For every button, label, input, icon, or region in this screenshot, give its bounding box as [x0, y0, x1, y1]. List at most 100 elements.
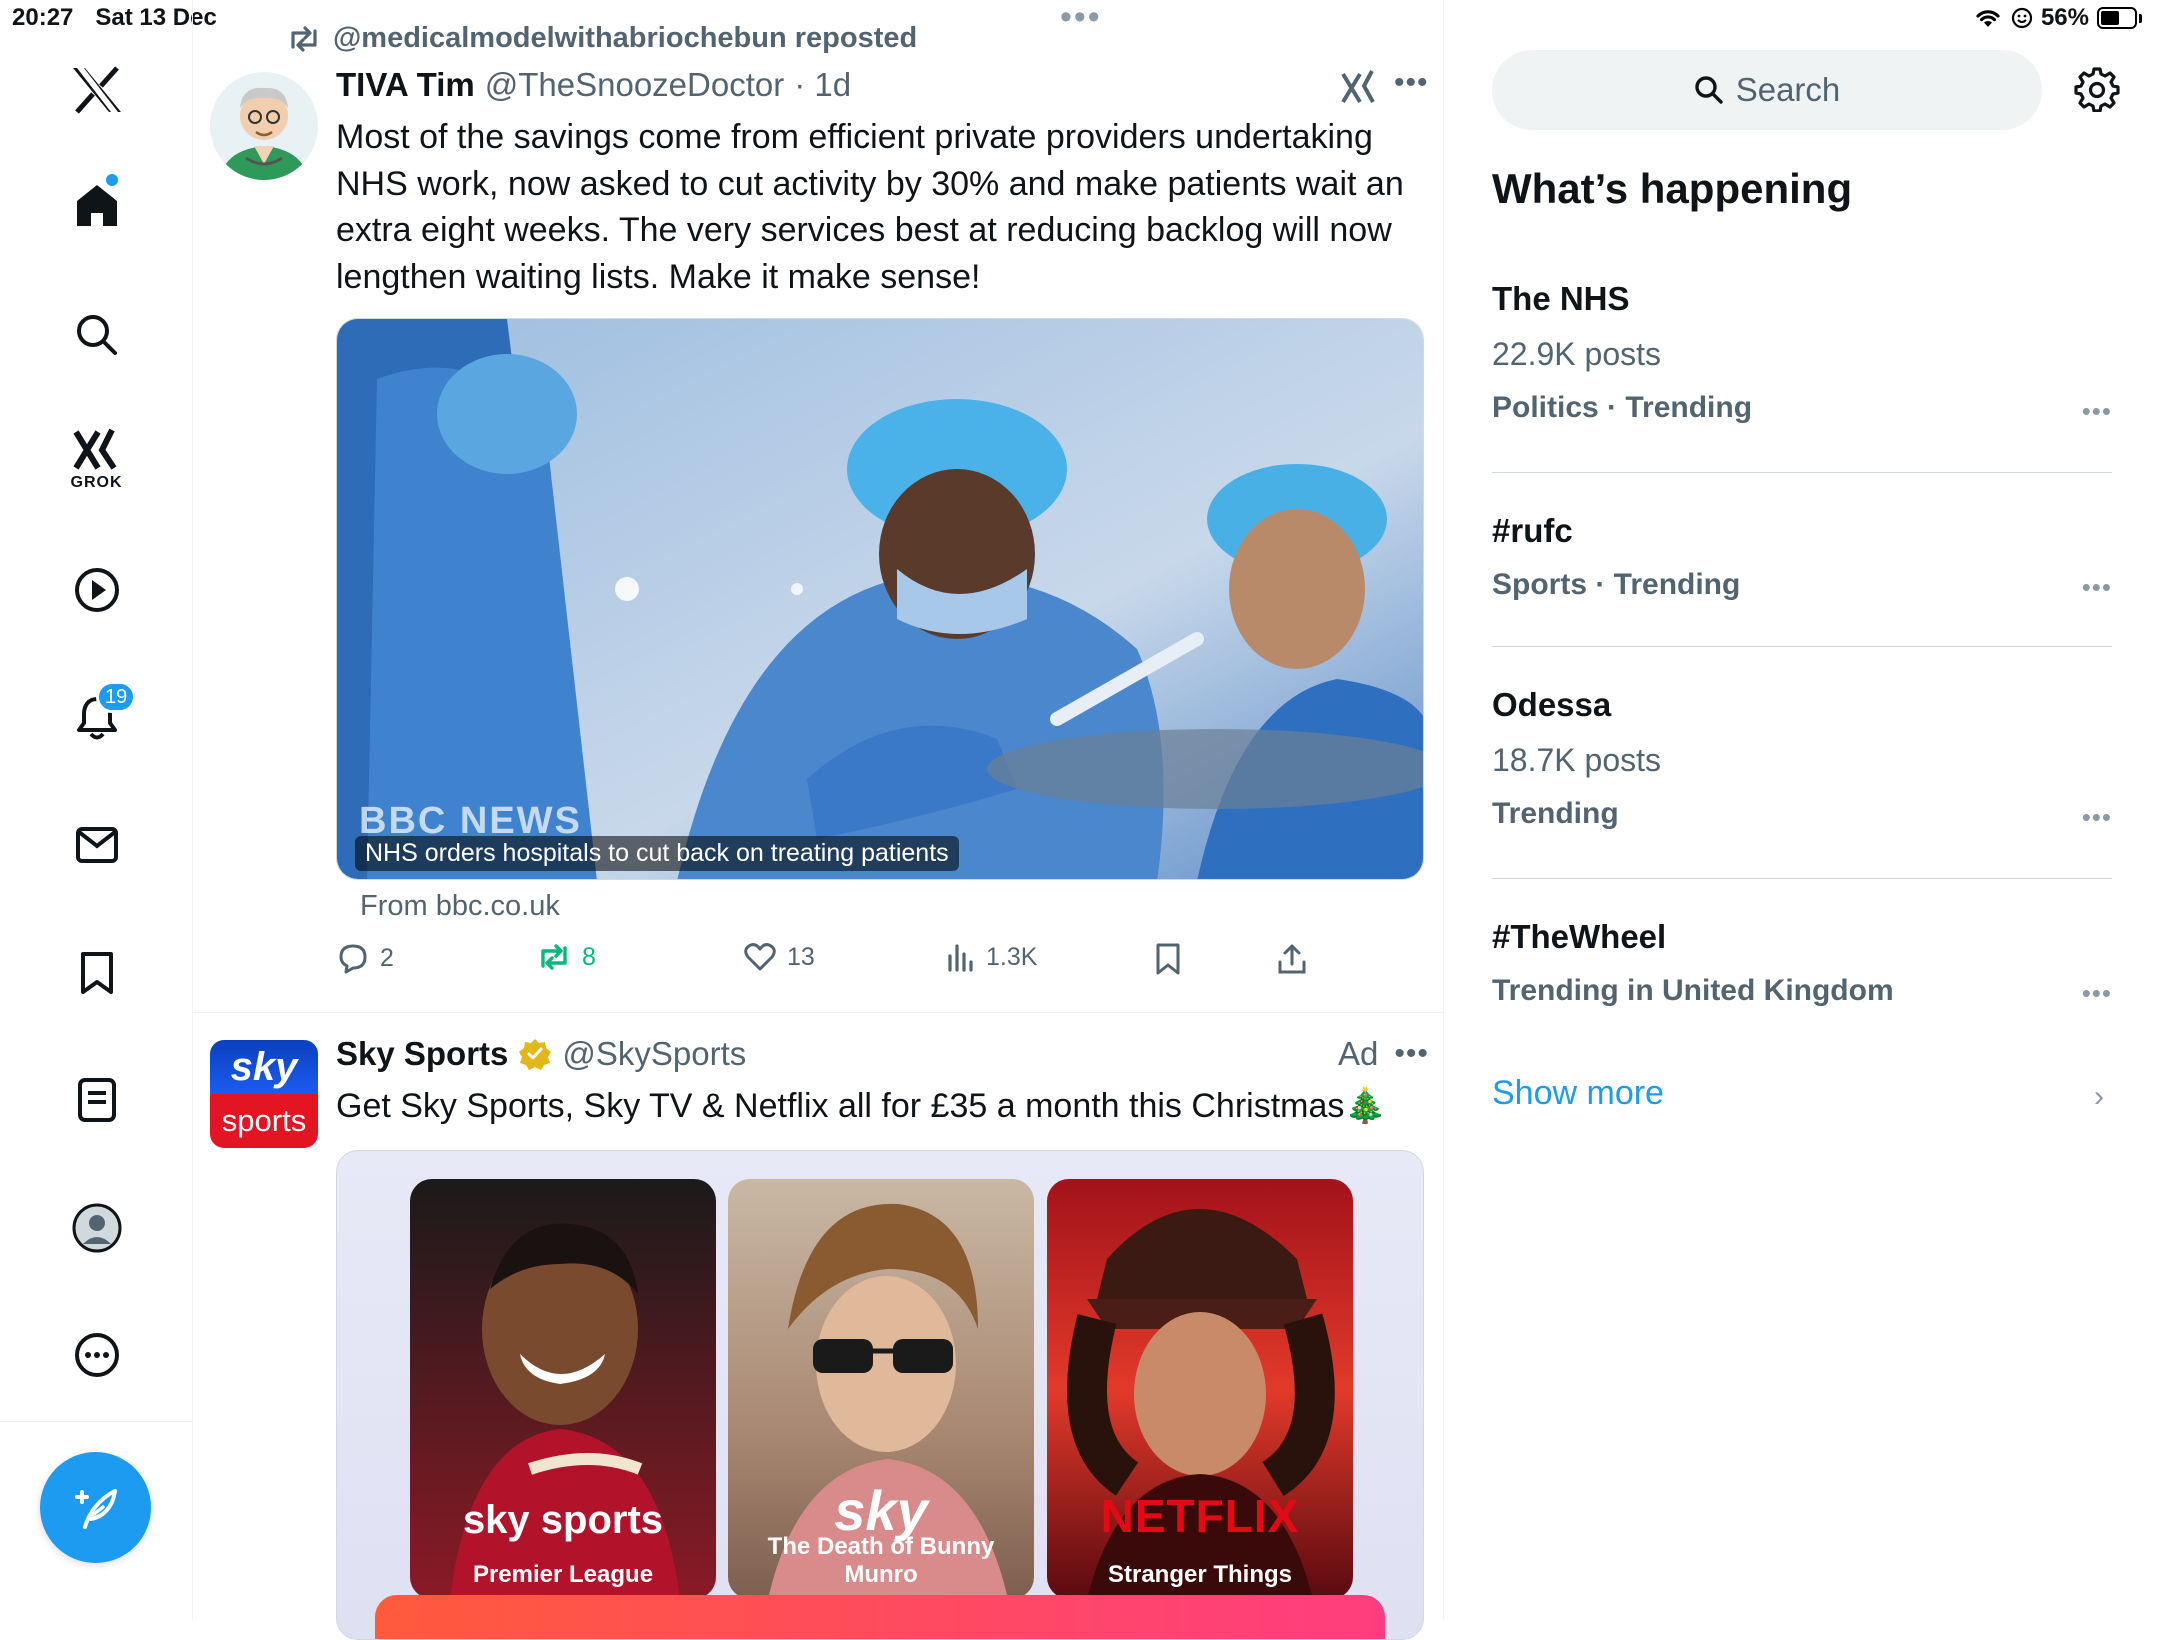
- card-source[interactable]: From bbc.co.uk: [360, 890, 560, 923]
- nav-video[interactable]: [0, 555, 193, 625]
- views-button[interactable]: 1.3K: [946, 942, 1037, 972]
- search-icon: [76, 315, 117, 355]
- wifi-icon: [1976, 10, 2000, 27]
- views-count: 1.3K: [986, 942, 1038, 971]
- repost-icon: [291, 25, 317, 52]
- nav-lists[interactable]: [0, 1065, 193, 1135]
- section-title: What’s happening: [1492, 165, 1853, 212]
- repost-text: @medicalmodelwithabriochebun reposted: [333, 22, 918, 54]
- share-button[interactable]: [1276, 942, 1308, 976]
- trend-divider: [1492, 878, 2112, 879]
- advertiser-avatar[interactable]: sky sports: [210, 1040, 318, 1148]
- gear-icon: [2074, 67, 2120, 113]
- poster-label: Premier League: [472, 1561, 654, 1588]
- trend-title: The NHS: [1492, 280, 1630, 317]
- tweet-more-icon[interactable]: •••: [1394, 66, 1429, 100]
- chevron-right-icon[interactable]: ›: [2094, 1080, 2104, 1114]
- focus-mode-icon: [2011, 7, 2033, 29]
- ad-label-group: Ad •••: [1338, 1035, 1429, 1073]
- card-headline: NHS orders hospitals to cut back on trea…: [355, 836, 959, 871]
- poster-label: Stranger Things: [1107, 1561, 1293, 1588]
- more-circle-icon: [74, 1333, 119, 1377]
- tweet-text: Most of the savings come from efficient …: [336, 118, 1404, 296]
- promo-banner[interactable]: [375, 1595, 1385, 1639]
- trend-divider: [1492, 646, 2112, 647]
- poster-stranger-things[interactable]: NETFLIX Stranger Things: [1047, 1179, 1353, 1599]
- play-icon: [74, 568, 119, 612]
- author-name[interactable]: TIVA Tim: [336, 66, 475, 104]
- grok-label: GROK: [70, 474, 123, 491]
- battery-icon: [2097, 7, 2137, 29]
- left-navigation: GROK 19: [0, 0, 193, 1620]
- profile-avatar-icon: [72, 1203, 121, 1253]
- nav-grok[interactable]: GROK: [0, 420, 193, 500]
- trend-category: Politics · Trending: [1492, 391, 1753, 424]
- trend-posts: 18.7K posts: [1492, 742, 1661, 778]
- trend-item[interactable]: #TheWheel Trending in United Kingdom •••: [1492, 918, 2112, 1008]
- sky-logo-bottom: sports: [210, 1094, 318, 1148]
- trend-more-icon[interactable]: •••: [2082, 396, 2112, 427]
- trend-item[interactable]: Odessa 18.7K posts Trending •••: [1492, 686, 2112, 833]
- like-button[interactable]: 13: [743, 942, 815, 972]
- poster-label: The Death of Bunny Munro: [767, 1533, 995, 1588]
- trend-category: Sports · Trending: [1492, 568, 1741, 601]
- search-input[interactable]: Search: [1492, 50, 2042, 130]
- repost-context[interactable]: @medicalmodelwithabriochebun reposted: [287, 22, 917, 55]
- show-more-link[interactable]: Show more: [1492, 1074, 1664, 1113]
- ad-more-icon[interactable]: •••: [1394, 1037, 1429, 1071]
- trend-posts: 22.9K posts: [1492, 336, 1661, 372]
- verified-gold-icon: [519, 1039, 552, 1070]
- poster-logo: sky sports: [462, 1498, 664, 1542]
- bookmark-button[interactable]: [1154, 942, 1182, 976]
- poster-bunny-munro[interactable]: sky The Death of Bunny Munro: [728, 1179, 1034, 1599]
- search-icon: [1695, 76, 1723, 104]
- poster-premier-league[interactable]: sky sports Premier League: [410, 1179, 716, 1599]
- reply-count: 2: [380, 943, 394, 972]
- advertiser-handle[interactable]: @SkySports: [562, 1035, 746, 1073]
- grok-icon: [72, 428, 116, 470]
- trend-category: Trending in United Kingdom: [1492, 974, 1894, 1007]
- trend-more-icon[interactable]: •••: [2082, 978, 2112, 1009]
- sky-logo-top: sky: [210, 1040, 318, 1094]
- grok-explain-icon[interactable]: [1340, 68, 1376, 111]
- nav-bookmarks[interactable]: [0, 938, 193, 1008]
- reply-button[interactable]: 2: [336, 942, 394, 974]
- bookmark-icon: [80, 952, 113, 994]
- compose-feather-icon: [74, 1488, 117, 1529]
- home-unread-dot: [106, 174, 118, 186]
- nav-profile[interactable]: [0, 1193, 193, 1263]
- repost-count: 8: [582, 942, 596, 971]
- repost-icon: [541, 944, 567, 970]
- nav-home[interactable]: [0, 170, 193, 240]
- ad-text: Get Sky Sports, Sky TV & Netflix all for…: [336, 1087, 1387, 1125]
- settings-button[interactable]: [2074, 66, 2120, 117]
- views-chart-icon: [948, 944, 973, 972]
- nav-explore[interactable]: [0, 300, 193, 370]
- trend-divider: [1492, 472, 2112, 473]
- trend-item[interactable]: #rufc Sports · Trending •••: [1492, 512, 2112, 602]
- notification-badge: 19: [96, 681, 137, 713]
- ad-media-card[interactable]: sky sports Premier League sky The Death …: [336, 1150, 1424, 1640]
- tweet-time[interactable]: · 1d: [794, 66, 851, 104]
- status-bar-right: 56%: [1973, 4, 2142, 32]
- author-avatar[interactable]: [210, 72, 318, 180]
- author-handle[interactable]: @TheSnoozeDoctor: [485, 66, 784, 104]
- repost-button[interactable]: 8: [536, 942, 596, 972]
- link-card-image[interactable]: BBC NEWS NHS orders hospitals to cut bac…: [336, 318, 1424, 880]
- advertiser-name[interactable]: Sky Sports: [336, 1035, 508, 1073]
- reply-icon: [339, 944, 367, 974]
- trend-item[interactable]: The NHS 22.9K posts Politics · Trending …: [1492, 280, 2112, 427]
- trend-more-icon[interactable]: •••: [2082, 572, 2112, 603]
- share-icon: [1278, 944, 1306, 974]
- nav-more[interactable]: [0, 1320, 193, 1390]
- list-icon: [77, 1078, 116, 1122]
- nav-messages[interactable]: [0, 810, 193, 880]
- nav-notifications[interactable]: 19: [0, 681, 193, 753]
- tweet-header: TIVA Tim @TheSnoozeDoctor · 1d: [336, 66, 851, 104]
- home-icon: [76, 185, 117, 226]
- trend-more-icon[interactable]: •••: [2082, 802, 2112, 833]
- mail-icon: [75, 827, 118, 863]
- trend-title: #rufc: [1492, 512, 1573, 549]
- compose-post-button[interactable]: [40, 1452, 151, 1563]
- x-logo-icon[interactable]: [0, 60, 193, 120]
